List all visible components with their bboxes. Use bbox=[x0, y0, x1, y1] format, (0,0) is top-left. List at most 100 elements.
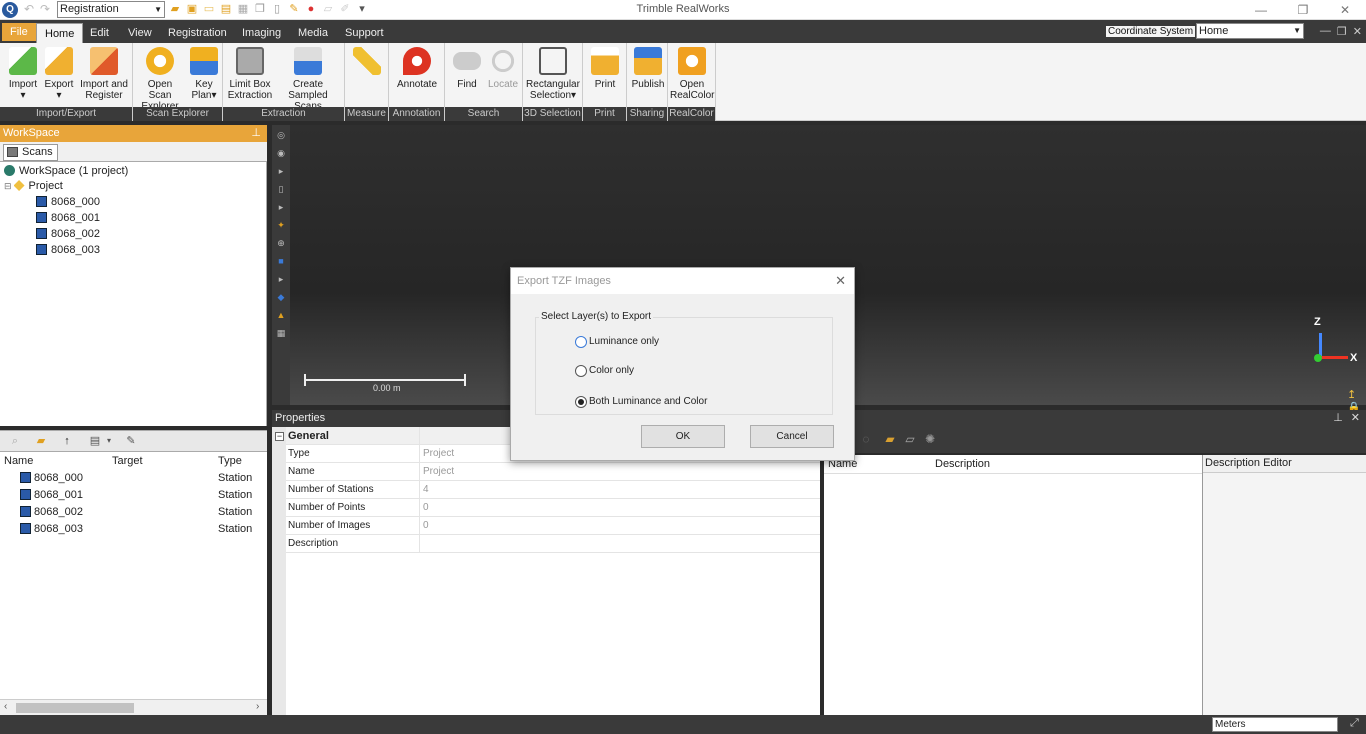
tab-edit[interactable]: Edit bbox=[82, 23, 117, 43]
open-realcolor-button[interactable]: Open RealColor bbox=[670, 47, 714, 101]
mdi-restore-icon[interactable]: ❐ bbox=[1337, 25, 1347, 38]
list-item[interactable]: 8068_001 Station bbox=[0, 489, 267, 506]
rectangular-selection-button[interactable]: Rectangular Selection▾ bbox=[525, 47, 581, 101]
tab-view[interactable]: View bbox=[120, 23, 160, 43]
close-icon[interactable]: ✕ bbox=[835, 273, 846, 289]
minimize-button[interactable]: — bbox=[1240, 0, 1282, 20]
tab-registration[interactable]: Registration bbox=[160, 23, 235, 43]
render-tool-icon[interactable]: ◆ bbox=[274, 290, 288, 304]
ok-button[interactable]: OK bbox=[641, 425, 725, 448]
measure-button[interactable] bbox=[351, 47, 383, 79]
column-header-target[interactable]: Target bbox=[112, 455, 143, 467]
coordinate-system-select[interactable]: Home ▼ bbox=[1196, 23, 1304, 39]
open-scan-explorer-button[interactable]: Open ScanExplorer bbox=[135, 47, 185, 112]
page-tool-icon[interactable]: ▯ bbox=[274, 182, 288, 196]
scroll-thumb[interactable] bbox=[16, 703, 134, 713]
scroll-left-icon[interactable]: ‹ bbox=[4, 701, 7, 712]
list-item[interactable]: 8068_000 Station bbox=[0, 472, 267, 489]
settings-icon[interactable]: ✺ bbox=[922, 431, 938, 447]
mdi-minimize-icon[interactable]: — bbox=[1320, 25, 1331, 38]
undo-icon[interactable]: ↶ bbox=[22, 2, 36, 16]
annotate-icon[interactable]: ● bbox=[304, 2, 318, 16]
document-icon[interactable]: ▯ bbox=[270, 2, 284, 16]
save-open-icon[interactable]: ▤ bbox=[219, 2, 233, 16]
open-folder-icon[interactable]: ▰ bbox=[882, 431, 898, 447]
units-field[interactable]: Meters bbox=[1212, 717, 1338, 732]
tree-node-station[interactable]: 8068_000 bbox=[36, 194, 100, 210]
key-plan-button[interactable]: Key Plan▾ bbox=[187, 47, 221, 101]
cancel-button[interactable]: Cancel bbox=[750, 425, 834, 448]
property-row[interactable]: Number of Images 0 bbox=[286, 517, 820, 535]
tab-scans[interactable]: Scans bbox=[3, 144, 58, 161]
tab-imaging[interactable]: Imaging bbox=[234, 23, 289, 43]
print-button[interactable]: Print bbox=[589, 47, 621, 90]
view-menu-icon[interactable]: ▤ bbox=[88, 434, 102, 448]
tab-support[interactable]: Support bbox=[337, 23, 392, 43]
collapse-icon[interactable]: ⊟ bbox=[4, 181, 12, 191]
resize-grip-icon[interactable]: ⤢ bbox=[1350, 717, 1359, 730]
column-header-description[interactable]: Description bbox=[935, 458, 990, 470]
tab-media[interactable]: Media bbox=[290, 23, 336, 43]
publish-button[interactable]: Publish bbox=[631, 47, 665, 90]
tree-node-workspace[interactable]: WorkSpace (1 project) bbox=[4, 163, 128, 179]
folder-icon[interactable]: ▰ bbox=[34, 434, 48, 448]
edit-icon[interactable]: ✎ bbox=[124, 434, 138, 448]
orbit-tool-icon[interactable]: ◉ bbox=[274, 146, 288, 160]
tree-node-station[interactable]: 8068_002 bbox=[36, 226, 100, 242]
annotate-button[interactable]: Annotate bbox=[393, 47, 441, 90]
property-row[interactable]: Description bbox=[286, 535, 820, 553]
expand-icon[interactable]: ▸ bbox=[274, 200, 288, 214]
warning-tool-icon[interactable]: ▲ bbox=[274, 308, 288, 322]
print-tool-icon[interactable]: ▦ bbox=[274, 326, 288, 340]
radio-button[interactable] bbox=[575, 396, 587, 408]
limit-box-extraction-button[interactable]: Limit Box Extraction bbox=[227, 47, 273, 101]
mode-combo[interactable]: Registration ▼ bbox=[57, 1, 165, 18]
collapse-icon[interactable]: − bbox=[275, 432, 284, 441]
find-button[interactable]: Find bbox=[451, 47, 483, 90]
radio-button[interactable] bbox=[575, 365, 587, 377]
up-arrow-icon[interactable]: ↑ bbox=[60, 434, 74, 448]
close-icon[interactable]: ✕ bbox=[1351, 410, 1360, 427]
select-tool-icon[interactable]: ◎ bbox=[274, 128, 288, 142]
list-item[interactable]: 8068_002 Station bbox=[0, 506, 267, 523]
pin-icon[interactable]: ⊥ bbox=[1333, 410, 1343, 427]
scroll-right-icon[interactable]: › bbox=[256, 701, 259, 712]
open-folder-icon[interactable]: ▰ bbox=[168, 2, 182, 16]
expand-icon[interactable]: ▸ bbox=[274, 164, 288, 178]
app-logo-icon[interactable]: Q bbox=[2, 2, 18, 18]
tree-node-station[interactable]: 8068_001 bbox=[36, 210, 100, 226]
tree-node-station[interactable]: 8068_003 bbox=[36, 242, 100, 258]
column-header-type[interactable]: Type bbox=[218, 455, 242, 467]
list-item[interactable]: 8068_003 Station bbox=[0, 523, 267, 540]
import-and-register-button[interactable]: Import and Register bbox=[78, 47, 130, 101]
locate-button[interactable]: Locate bbox=[485, 47, 521, 90]
pin-icon[interactable]: ⊥ bbox=[251, 125, 261, 142]
create-sampled-scans-button[interactable]: CreateSampled Scans bbox=[273, 47, 343, 112]
measure-icon[interactable]: ✎ bbox=[287, 2, 301, 16]
chevron-down-icon[interactable]: ▾ bbox=[102, 434, 116, 448]
save-icon[interactable]: ▦ bbox=[236, 2, 250, 16]
import-button[interactable]: Import ▾ bbox=[6, 47, 40, 101]
target-tool-icon[interactable]: ✦ bbox=[274, 218, 288, 232]
description-editor-area[interactable] bbox=[1203, 472, 1366, 715]
property-row[interactable]: Number of Stations 4 bbox=[286, 481, 820, 499]
mdi-close-icon[interactable]: ✕ bbox=[1353, 25, 1362, 38]
copy-icon[interactable]: ❐ bbox=[253, 2, 267, 16]
customize-qat-icon[interactable]: ▾ bbox=[355, 2, 369, 16]
tab-home[interactable]: Home bbox=[36, 23, 84, 43]
column-header-name[interactable]: Name bbox=[4, 455, 33, 467]
property-row[interactable]: Name Project bbox=[286, 463, 820, 481]
open-file-icon[interactable]: ▭ bbox=[202, 2, 216, 16]
tab-file[interactable]: File bbox=[2, 23, 36, 41]
open-project-icon[interactable]: ▣ bbox=[185, 2, 199, 16]
export-button[interactable]: Export ▾ bbox=[42, 47, 76, 101]
zoom-icon[interactable]: ⌕ bbox=[8, 434, 22, 448]
restore-button[interactable]: ❐ bbox=[1282, 0, 1324, 20]
radio-button[interactable] bbox=[575, 336, 587, 348]
redo-icon[interactable]: ↷ bbox=[38, 2, 52, 16]
property-row[interactable]: Number of Points 0 bbox=[286, 499, 820, 517]
close-button[interactable]: ✕ bbox=[1324, 0, 1366, 20]
horizontal-scrollbar[interactable]: ‹ › bbox=[0, 699, 267, 715]
tree-node-project[interactable]: ⊟ Project bbox=[4, 178, 63, 194]
zoom-tool-icon[interactable]: ⊕ bbox=[274, 236, 288, 250]
